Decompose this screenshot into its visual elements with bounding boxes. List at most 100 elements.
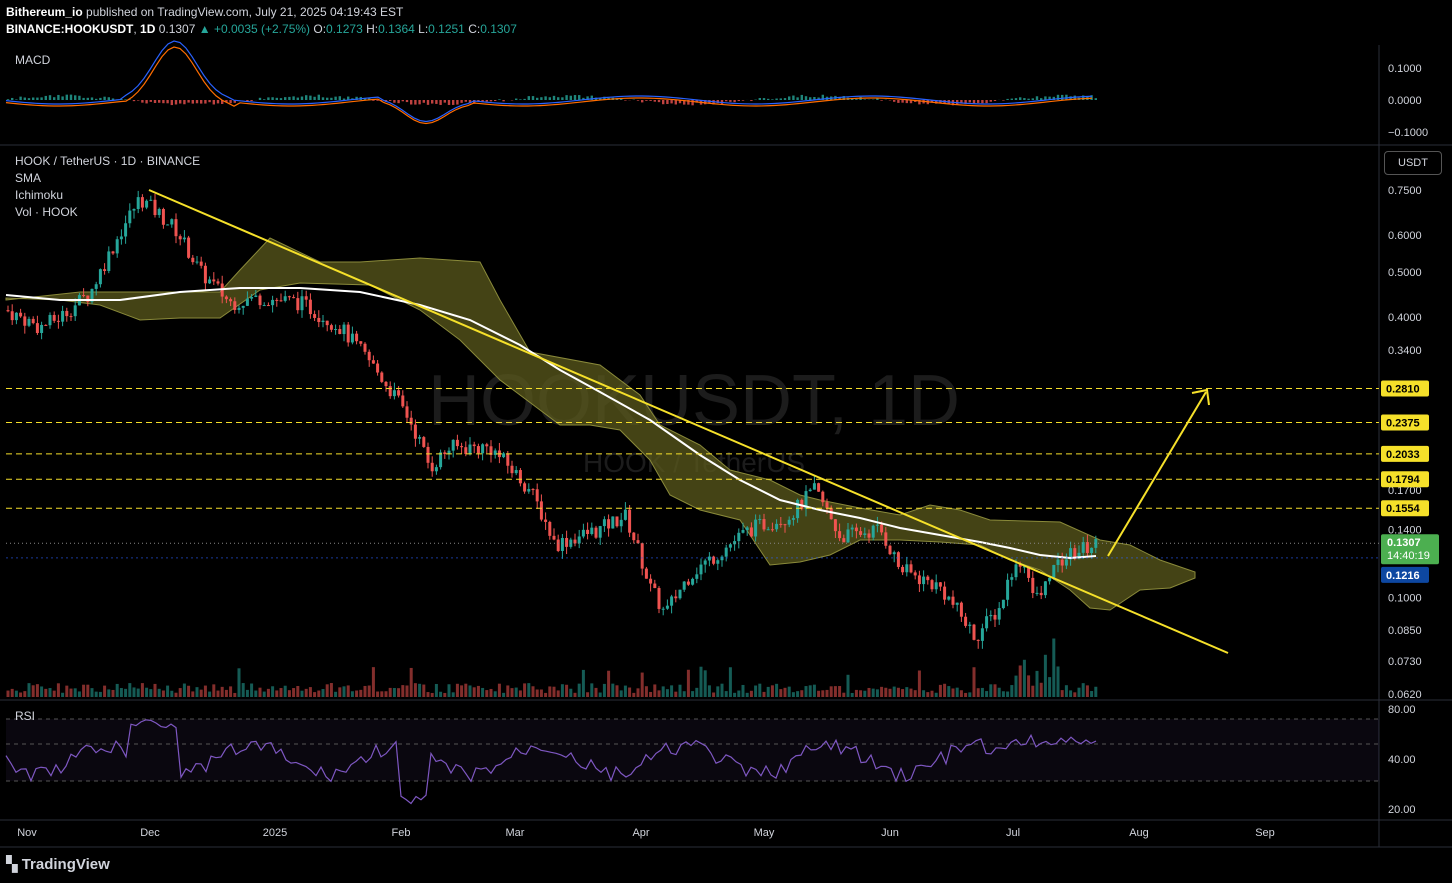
volume-bar	[1056, 666, 1060, 697]
rsi-label[interactable]: RSI	[15, 709, 35, 723]
candle	[14, 312, 18, 321]
candle	[560, 537, 564, 551]
candle	[191, 257, 195, 263]
volume-bar	[1094, 686, 1098, 697]
candle	[355, 333, 359, 342]
main-pane-title[interactable]: HOOK / TetherUS · 1D · BINANCE	[15, 154, 200, 168]
volume-bar	[187, 685, 191, 697]
macd-bar	[653, 100, 656, 102]
macd-bar	[229, 100, 232, 104]
volume-bar	[518, 690, 522, 697]
candle	[909, 564, 913, 573]
volume-bar	[770, 685, 774, 697]
volume-bar	[405, 685, 409, 697]
volume-bar	[300, 690, 304, 697]
chart-canvas[interactable]: HOOKUSDT, 1DHOOK / TetherUS0.75000.60000…	[0, 0, 1452, 883]
volume-bar	[649, 691, 653, 697]
author-name[interactable]: Bithereum_io	[6, 5, 83, 19]
macd-bar	[443, 100, 446, 103]
candle	[35, 323, 39, 333]
level-price-text: 0.2033	[1386, 449, 1420, 461]
candle	[896, 552, 900, 567]
macd-bar	[447, 100, 451, 105]
volume-bar	[472, 687, 476, 697]
time-tick: May	[754, 827, 775, 839]
volume-bar	[128, 683, 132, 697]
candle	[258, 295, 262, 306]
volume-bar	[1060, 690, 1064, 697]
candle	[623, 509, 627, 520]
indicator-volume[interactable]: Vol · HOOK	[15, 205, 78, 219]
candle	[976, 639, 980, 641]
symbol-name[interactable]: BINANCE:HOOKUSDT	[6, 22, 133, 36]
candle	[787, 519, 791, 525]
time-tick: Feb	[392, 827, 411, 839]
volume-bar	[308, 687, 312, 697]
candle	[951, 596, 955, 605]
volume-bar	[602, 683, 606, 697]
candle	[334, 329, 338, 331]
candle	[124, 223, 128, 237]
candle	[607, 519, 611, 529]
candle	[779, 523, 783, 525]
volume-bar	[699, 666, 703, 697]
macd-bar	[271, 97, 274, 100]
volume-bar	[817, 690, 821, 697]
volume-bar	[317, 690, 321, 697]
volume-bar	[195, 687, 199, 697]
macd-bar	[103, 96, 106, 100]
volume-bar	[271, 686, 275, 697]
macd-bar	[275, 97, 278, 100]
indicator-ichimoku[interactable]: Ichimoku	[15, 188, 63, 202]
macd-bar	[405, 100, 409, 103]
volume-bars	[6, 638, 1098, 697]
candle	[128, 210, 132, 224]
candle	[514, 470, 518, 474]
volume-bar	[237, 668, 241, 697]
volume-bar	[997, 687, 1001, 697]
candle	[455, 439, 459, 447]
volume-bar	[103, 685, 107, 697]
volume-bar	[161, 690, 165, 697]
candle	[300, 296, 304, 311]
time-tick: Apr	[632, 827, 649, 839]
macd-bar	[901, 100, 904, 103]
level-price-text: 0.2810	[1386, 383, 1420, 395]
candle	[472, 444, 476, 447]
macd-bar	[880, 100, 883, 101]
candle	[275, 299, 279, 301]
volume-bar	[14, 690, 18, 697]
volume-bar	[993, 684, 997, 697]
candle	[598, 526, 602, 538]
volume-bar	[821, 690, 825, 697]
macd-bar	[783, 98, 787, 100]
candle	[485, 444, 489, 447]
volume-bar	[523, 683, 527, 697]
candle	[502, 453, 506, 458]
macd-bar	[439, 100, 442, 105]
candle	[989, 614, 993, 617]
tradingview-logo[interactable]: ▚ TradingView	[6, 855, 110, 873]
candle	[888, 545, 892, 555]
candle	[233, 301, 237, 310]
volume-bar	[619, 690, 623, 697]
indicator-sma[interactable]: SMA	[15, 171, 41, 185]
candle	[1085, 542, 1089, 554]
macd-bar	[422, 100, 425, 103]
candle	[161, 209, 165, 225]
candle	[586, 529, 590, 535]
candle	[728, 544, 732, 548]
currency-unit-button[interactable]: USDT	[1384, 151, 1442, 175]
candle	[884, 532, 888, 546]
interval-label[interactable]: 1D	[140, 22, 155, 36]
macd-bar	[1031, 98, 1034, 100]
macd-bar	[544, 96, 547, 100]
candle	[506, 453, 510, 466]
candle	[846, 529, 850, 543]
volume-bar	[418, 683, 422, 697]
macd-bar	[204, 100, 207, 104]
volume-bar	[350, 691, 354, 697]
macd-label[interactable]: MACD	[15, 53, 50, 67]
candle	[443, 452, 447, 455]
macd-bar	[548, 97, 551, 100]
